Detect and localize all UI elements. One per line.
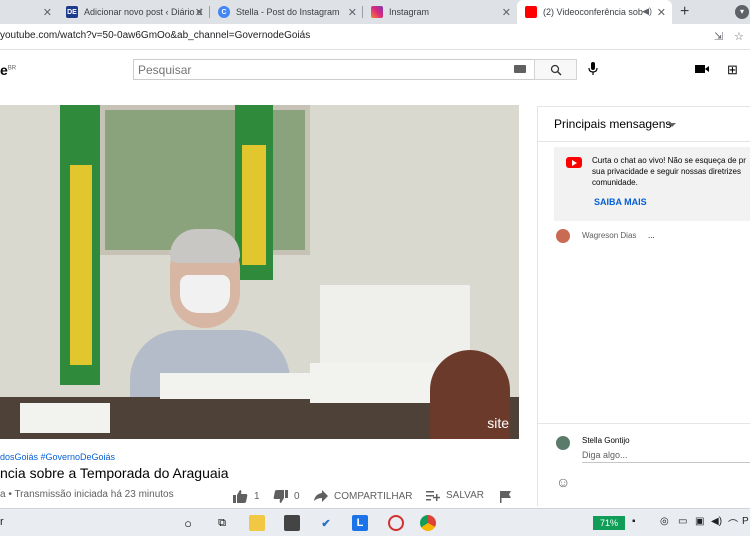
tab-title: Instagram bbox=[389, 7, 430, 17]
chat-message-author: Wagreson Dias bbox=[582, 231, 637, 240]
video-watermark: site bbox=[487, 415, 509, 431]
notice-text: Curta o chat ao vivo! Não se esqueça de … bbox=[592, 156, 746, 187]
task-view-icon[interactable]: ⧉ bbox=[214, 515, 230, 531]
search-box[interactable] bbox=[133, 59, 535, 80]
chrome-icon[interactable] bbox=[420, 515, 436, 531]
battery-icon[interactable]: ▭ bbox=[678, 516, 687, 527]
video-frame bbox=[160, 373, 310, 399]
tasks-app-icon[interactable]: ✔ bbox=[318, 515, 334, 531]
video-frame bbox=[20, 403, 110, 433]
video-hashtags[interactable]: dosGoiás #GovernoDeGoiás bbox=[0, 452, 115, 462]
chat-mode-selector[interactable]: Principais mensagens bbox=[554, 117, 671, 131]
share-label: COMPARTILHAR bbox=[334, 490, 413, 502]
video-frame bbox=[242, 145, 266, 265]
chat-notice: Curta o chat ao vivo! Não se esqueça de … bbox=[554, 147, 750, 221]
chat-input-area: Stella Gontijo Diga algo... ☺ bbox=[538, 423, 750, 507]
thumbs-down-icon bbox=[273, 490, 288, 503]
close-tab-icon[interactable]: ✕ bbox=[348, 6, 357, 19]
video-title: ncia sobre a Temporada do Araguaia bbox=[0, 465, 229, 481]
close-tab-icon[interactable]: ✕ bbox=[657, 6, 666, 19]
video-frame bbox=[180, 275, 230, 313]
current-user-name: Stella Gontijo bbox=[582, 436, 630, 445]
volume-icon[interactable]: ◀) bbox=[711, 516, 722, 527]
youtube-logo-icon bbox=[566, 157, 582, 168]
tab-title: (2) Videoconferência sob bbox=[543, 7, 643, 17]
search-button[interactable] bbox=[534, 59, 577, 80]
share-button[interactable]: COMPARTILHAR bbox=[314, 490, 413, 502]
close-tab-icon[interactable]: ✕ bbox=[43, 6, 52, 19]
cortana-icon[interactable]: ○ bbox=[180, 515, 196, 531]
close-tab-icon[interactable]: ✕ bbox=[195, 6, 204, 19]
avatar bbox=[556, 229, 570, 243]
tray-language[interactable]: P bbox=[742, 516, 749, 527]
bookmark-star-icon[interactable]: ☆ bbox=[734, 30, 744, 43]
share-icon bbox=[314, 490, 328, 502]
file-explorer-icon[interactable] bbox=[249, 515, 265, 531]
battery-status[interactable]: 71% bbox=[593, 516, 625, 530]
tray-icon[interactable]: ▣ bbox=[695, 516, 704, 527]
tab-title: Adicionar novo post ‹ Diário d bbox=[84, 7, 203, 17]
like-count: 1 bbox=[254, 491, 260, 502]
microphone-icon[interactable] bbox=[588, 62, 598, 76]
audio-playing-icon[interactable]: ◀) bbox=[642, 6, 652, 17]
thumbs-up-icon bbox=[233, 490, 248, 503]
windows-taskbar: r ○ ⧉ ✔ L 71% ▪ ◎ ▭ ▣ ◀) ⌒ P bbox=[0, 508, 750, 536]
letter-l-app-icon[interactable]: L bbox=[352, 515, 368, 531]
video-frame bbox=[170, 229, 240, 263]
tab-stella-post[interactable]: C Stella - Post do Instagram ✕ bbox=[210, 0, 363, 24]
tab-previous[interactable]: ✕ bbox=[0, 0, 58, 24]
dislike-count: 0 bbox=[294, 491, 300, 502]
tab-diario[interactable]: DE Adicionar novo post ‹ Diário d ✕ bbox=[58, 0, 210, 24]
video-frame bbox=[70, 165, 92, 365]
emoji-icon[interactable]: ☺ bbox=[556, 474, 570, 490]
tab-title: Stella - Post do Instagram bbox=[236, 7, 340, 17]
new-tab-button[interactable]: + bbox=[680, 3, 689, 21]
save-button[interactable]: SALVAR bbox=[426, 490, 484, 501]
recorder-icon[interactable] bbox=[388, 515, 404, 531]
address-bar[interactable]: youtube.com/watch?v=50-0aw6GmOo&ab_chann… bbox=[0, 24, 750, 50]
instagram-favicon-icon bbox=[371, 6, 383, 18]
diario-favicon-icon: DE bbox=[66, 6, 78, 18]
video-player[interactable]: site bbox=[0, 105, 519, 439]
tray-icon[interactable]: ◎ bbox=[660, 516, 669, 527]
create-video-icon[interactable] bbox=[695, 64, 709, 74]
network-icon[interactable]: ⌒ bbox=[728, 516, 738, 531]
taskbar-search-box[interactable]: r bbox=[0, 516, 4, 528]
playlist-add-icon bbox=[426, 491, 440, 501]
tab-search-chevron-icon[interactable]: ▾ bbox=[735, 5, 749, 19]
chat-message-text: ... bbox=[648, 231, 655, 240]
close-tab-icon[interactable]: ✕ bbox=[502, 6, 511, 19]
video-info: a • Transmissão iniciada há 23 minutos bbox=[0, 489, 174, 500]
chat-input[interactable]: Diga algo... bbox=[582, 450, 628, 460]
dislike-button[interactable]: 0 bbox=[273, 490, 300, 503]
save-label: SALVAR bbox=[446, 490, 484, 501]
youtube-favicon-icon bbox=[525, 6, 537, 18]
canva-favicon-icon: C bbox=[218, 6, 230, 18]
live-chat-panel: Principais mensagens Curta o chat ao viv… bbox=[537, 106, 750, 507]
keyboard-icon[interactable] bbox=[514, 65, 526, 73]
avatar bbox=[556, 436, 570, 450]
youtube-header: eBR ⊞ bbox=[0, 50, 750, 90]
url-text[interactable]: youtube.com/watch?v=50-0aw6GmOo&ab_chann… bbox=[0, 30, 310, 41]
search-input[interactable] bbox=[134, 60, 494, 79]
store-icon[interactable] bbox=[284, 515, 300, 531]
tab-youtube-active[interactable]: (2) Videoconferência sob ◀) ✕ bbox=[517, 0, 672, 24]
tab-instagram[interactable]: Instagram ✕ bbox=[363, 0, 517, 24]
youtube-logo[interactable]: eBR bbox=[0, 62, 16, 78]
browser-tab-bar: ✕ DE Adicionar novo post ‹ Diário d ✕ C … bbox=[0, 0, 750, 24]
report-flag-icon[interactable] bbox=[500, 491, 511, 503]
like-button[interactable]: 1 bbox=[233, 490, 260, 503]
learn-more-link[interactable]: SAIBA MAIS bbox=[594, 197, 647, 207]
search-icon bbox=[550, 64, 562, 76]
apps-grid-icon[interactable]: ⊞ bbox=[727, 62, 738, 78]
chevron-down-icon[interactable] bbox=[668, 123, 676, 127]
tray-icon[interactable]: ▪ bbox=[632, 516, 636, 527]
install-icon[interactable]: ⇲ bbox=[714, 30, 723, 43]
